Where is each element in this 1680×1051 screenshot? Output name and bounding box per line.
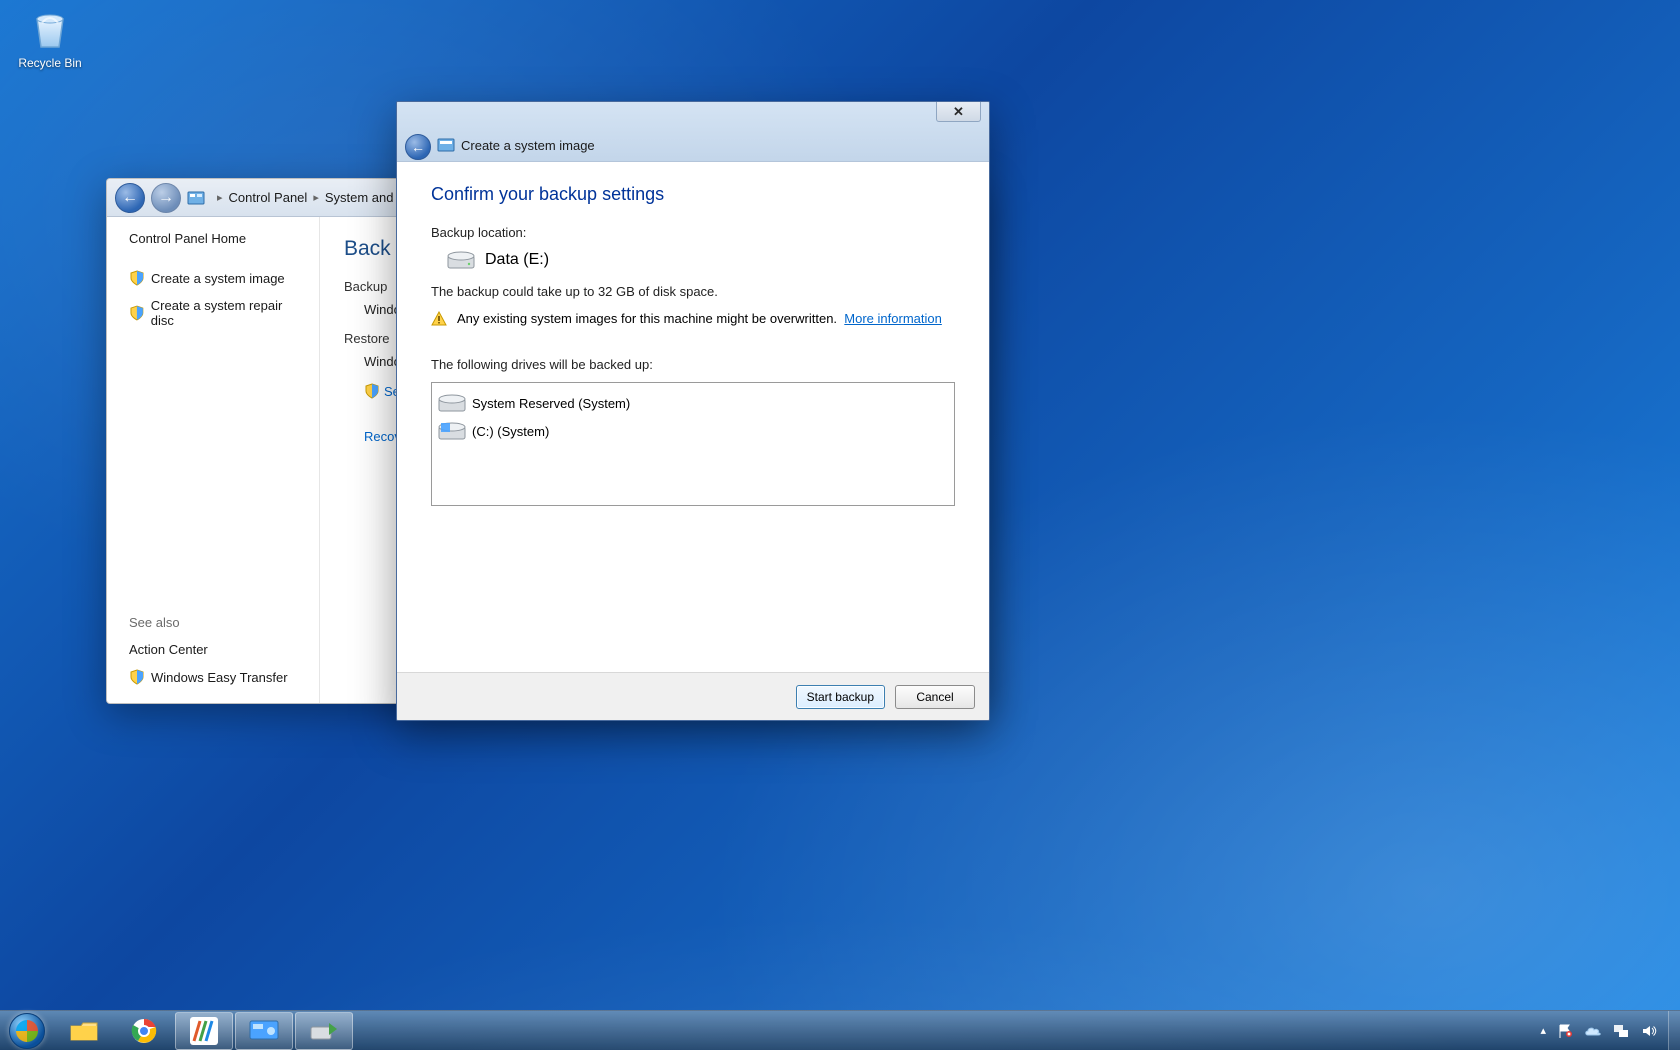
overwrite-warning-text: Any existing system images for this mach… [457, 311, 837, 326]
taskbar-backup-wizard[interactable] [295, 1012, 353, 1050]
wizard-titlebar[interactable]: ← Create a system image [397, 102, 989, 162]
taskbar-control-panel[interactable] [235, 1012, 293, 1050]
shield-icon [129, 270, 145, 286]
onedrive-icon[interactable] [1584, 1022, 1602, 1040]
backup-location-label: Backup location: [431, 225, 955, 240]
breadcrumb-root[interactable]: Control Panel [229, 190, 308, 205]
recycle-bin-icon[interactable]: Recycle Bin [10, 4, 90, 70]
see-also-action-center[interactable]: Action Center [129, 642, 307, 657]
cancel-button[interactable]: Cancel [895, 685, 975, 709]
folder-icon [69, 1018, 99, 1044]
network-icon[interactable] [1612, 1022, 1630, 1040]
link-label: Action Center [129, 642, 208, 657]
backup-icon [309, 1019, 339, 1043]
recycle-bin-glyph [26, 4, 74, 52]
drives-label: The following drives will be backed up: [431, 357, 955, 372]
start-button[interactable] [0, 1011, 54, 1051]
taskbar-app-3[interactable] [175, 1012, 233, 1050]
sidebar-item-label: Create a system repair disc [151, 298, 307, 328]
recycle-bin-label: Recycle Bin [18, 56, 81, 70]
sidebar-item-label: Create a system image [151, 271, 285, 286]
taskbar[interactable]: ▴ [0, 1010, 1680, 1050]
desktop-wallpaper: Recycle Bin ← → ▸ Control Panel ▸ System… [0, 0, 1680, 1050]
volume-icon[interactable] [1640, 1022, 1658, 1040]
hard-drive-windows-icon [438, 421, 466, 441]
show-desktop-button[interactable] [1668, 1011, 1680, 1051]
link-label: Windows Easy Transfer [151, 670, 288, 685]
control-panel-icon [249, 1019, 279, 1043]
system-image-wizard-window: ← Create a system image Confirm your bac… [396, 101, 990, 721]
drives-list: System Reserved (System) (C:) (System) [431, 382, 955, 506]
backup-location-value: Data (E:) [485, 251, 549, 269]
hard-drive-icon [438, 393, 466, 413]
action-center-flag-icon[interactable] [1556, 1022, 1574, 1040]
close-button[interactable] [936, 102, 981, 122]
shield-icon [129, 669, 145, 685]
wizard-footer: Start backup Cancel [397, 672, 989, 720]
sidebar-create-repair-disc[interactable]: Create a system repair disc [129, 298, 307, 328]
taskbar-chrome[interactable] [115, 1012, 173, 1050]
chrome-icon [130, 1017, 158, 1045]
nav-forward-button[interactable]: → [151, 183, 181, 213]
taskbar-file-explorer[interactable] [55, 1012, 113, 1050]
size-estimate: The backup could take up to 32 GB of dis… [431, 284, 955, 299]
shield-icon [129, 305, 145, 321]
sidebar-create-system-image[interactable]: Create a system image [129, 270, 307, 286]
shield-icon [364, 383, 380, 399]
backup-icon [437, 136, 455, 154]
windows-orb-icon [9, 1013, 45, 1049]
warning-icon [431, 311, 447, 327]
wizard-heading: Confirm your backup settings [431, 184, 955, 205]
drive-label: (C:) (System) [472, 424, 549, 439]
start-backup-button[interactable]: Start backup [796, 685, 885, 709]
see-also-easy-transfer[interactable]: Windows Easy Transfer [129, 669, 307, 685]
wizard-title: Create a system image [461, 138, 595, 153]
wizard-body: Confirm your backup settings Backup loca… [397, 162, 989, 672]
wizard-back-button[interactable]: ← [405, 134, 431, 160]
hard-drive-icon [447, 250, 475, 270]
stripes-icon [190, 1017, 218, 1045]
breadcrumb[interactable]: ▸ Control Panel ▸ System and Se [217, 190, 413, 205]
control-panel-sidebar: Control Panel Home Create a system image… [107, 217, 319, 703]
tray-overflow-icon[interactable]: ▴ [1540, 1024, 1546, 1037]
chevron-right-icon: ▸ [313, 191, 319, 204]
nav-back-button[interactable]: ← [115, 183, 145, 213]
see-also-label: See also [129, 615, 307, 630]
chevron-right-icon: ▸ [217, 191, 223, 204]
drive-label: System Reserved (System) [472, 396, 630, 411]
control-panel-icon [187, 189, 205, 207]
drive-item: System Reserved (System) [436, 389, 950, 417]
more-information-link[interactable]: More information [844, 311, 942, 326]
drive-item: (C:) (System) [436, 417, 950, 445]
control-panel-home-link[interactable]: Control Panel Home [129, 231, 307, 246]
system-tray[interactable]: ▴ [1540, 1022, 1668, 1040]
